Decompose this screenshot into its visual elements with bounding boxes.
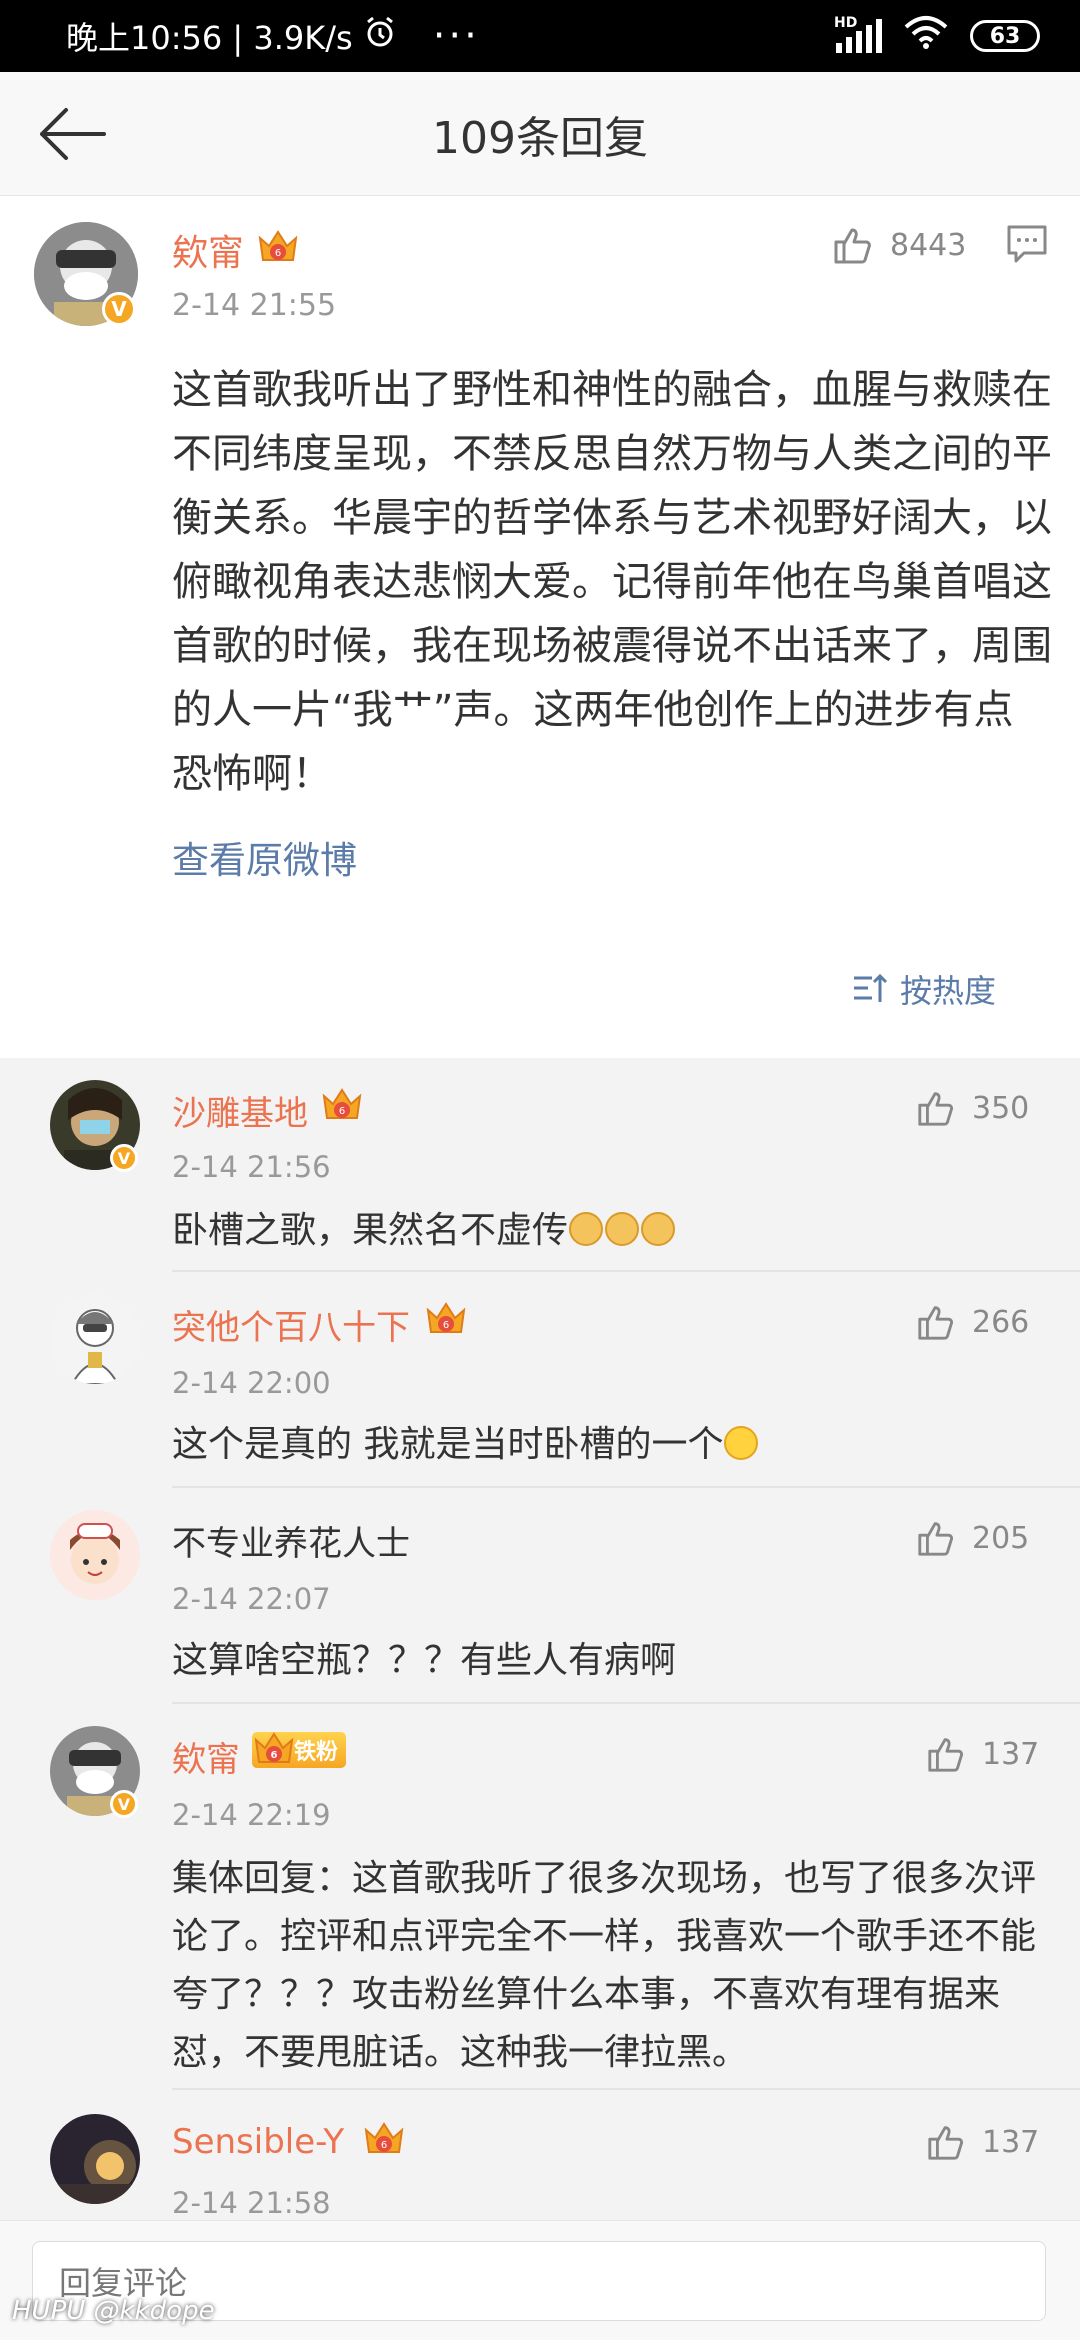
avatar[interactable] [50, 1510, 140, 1600]
thumbs-up-icon [928, 1738, 964, 1772]
thumbs-up-icon [928, 2126, 964, 2160]
back-button[interactable] [36, 102, 116, 166]
doge-emoji-icon [605, 1212, 640, 1246]
replies-list: V 沙雕基地 6 2-14 21:56 350 卧槽之歌，果然名不虚传 突他个百… [0, 1058, 1080, 2238]
fan-badge: 6 铁粉 [252, 1732, 347, 1768]
status-time-speed: 晚上10:56 | 3.9K/s [66, 19, 353, 57]
crown-icon: 6 [322, 1088, 362, 1119]
page-header: 109条回复 [0, 72, 1080, 196]
view-original-link[interactable]: 查看原微博 [172, 830, 357, 884]
wifi-icon [904, 15, 948, 57]
list-item: 突他个百八十下 6 2-14 22:00 266 这个是真的 我就是当时卧槽的一… [0, 1272, 1080, 1488]
list-item: V 沙雕基地 6 2-14 21:56 350 卧槽之歌，果然名不虚传 [0, 1058, 1080, 1272]
signal-icon: HD [834, 15, 882, 53]
verified-badge-icon: V [110, 1144, 138, 1172]
reply-like-button[interactable]: 205 [916, 1518, 1029, 1558]
reply-username[interactable]: Sensible-Y [172, 2122, 344, 2162]
sort-icon [853, 973, 888, 1002]
crown-icon: 6 [258, 230, 298, 261]
back-arrow-icon [40, 108, 106, 160]
reply-like-button[interactable]: 137 [926, 1734, 1039, 1774]
avatar[interactable] [50, 1294, 140, 1384]
svg-text:6: 6 [339, 1106, 345, 1117]
crown-icon: 6 [426, 1302, 466, 1333]
reply-like-count: 350 [972, 1090, 1030, 1126]
reply-text: 卧槽之歌，果然名不虚传 [172, 1202, 1052, 1260]
doge-emoji-icon [641, 1212, 676, 1246]
list-item: V 欸甯 6 铁粉 2-14 22:19 137 集体回复：这首歌我听了很多次现… [0, 1704, 1080, 2092]
reply-time: 2-14 21:58 [172, 2186, 331, 2220]
more-dots-icon: ··· [432, 13, 480, 59]
doge-emoji-icon [569, 1212, 604, 1246]
list-item: 不专业养花人士 2-14 22:07 205 这算啥空瓶？？？有些人有病啊 [0, 1488, 1080, 1704]
sort-by-hot-button[interactable]: 按热度 [852, 966, 996, 1012]
reply-time: 2-14 21:56 [172, 1150, 331, 1184]
reply-like-count: 266 [972, 1304, 1030, 1340]
alarm-icon [363, 15, 397, 57]
reply-time: 2-14 22:00 [172, 1366, 331, 1400]
reply-text: 这个是真的 我就是当时卧槽的一个 [172, 1416, 1052, 1474]
page-title: 109条回复 [432, 112, 648, 164]
thumbs-up-icon [834, 228, 871, 264]
avatar[interactable] [50, 2114, 140, 2204]
main-username[interactable]: 欸甯 [172, 224, 244, 276]
reply-username[interactable]: 不专业养花人士 [172, 1516, 410, 1565]
crown-icon: 6 [364, 2122, 404, 2153]
main-comment-text: 这首歌我听出了野性和神性的融合，血腥与救赎在不同纬度呈现，不禁反思自然万物与人类… [172, 367, 1052, 797]
reply-time: 2-14 22:07 [172, 1582, 331, 1616]
svg-text:6: 6 [271, 1750, 278, 1761]
comment-icon[interactable] [1006, 224, 1048, 268]
verified-badge-icon: V [102, 292, 136, 326]
crown-icon: 6 [254, 1732, 294, 1763]
reply-text: 集体回复：这首歌我听了很多次现场，也写了很多次评论了。控评和点评完全不一样，我喜… [172, 1858, 1037, 2073]
reply-username[interactable]: 沙雕基地 [172, 1086, 308, 1135]
reply-like-button[interactable]: 350 [916, 1088, 1029, 1128]
thumbs-up-icon [918, 1092, 954, 1126]
reply-username[interactable]: 欸甯 [172, 1732, 240, 1781]
battery-icon: 63 [970, 20, 1040, 52]
status-bar: 晚上10:56 | 3.9K/s ··· HD 63 [0, 0, 1080, 72]
reply-like-count: 205 [972, 1520, 1030, 1556]
divider [172, 2088, 1080, 2090]
svg-text:6: 6 [381, 2140, 387, 2151]
reply-like-count: 137 [982, 1736, 1040, 1772]
verified-badge-icon: V [110, 1790, 138, 1818]
reply-time: 2-14 22:19 [172, 1798, 331, 1832]
main-like-count: 8443 [890, 227, 967, 263]
laugh-cry-emoji-icon [724, 1426, 759, 1460]
thumbs-up-icon [918, 1306, 954, 1340]
main-like-button[interactable]: 8443 [832, 224, 966, 266]
reply-username[interactable]: 突他个百八十下 [172, 1300, 410, 1349]
reply-text: 这算啥空瓶？？？有些人有病啊 [172, 1640, 677, 1681]
svg-text:6: 6 [275, 248, 281, 259]
list-item: Sensible-Y 6 2-14 21:58 137 [0, 2092, 1080, 2238]
main-time: 2-14 21:55 [172, 288, 337, 323]
sort-label: 按热度 [899, 972, 996, 1010]
watermark: HUPU @kkdope [12, 2296, 215, 2326]
reply-like-button[interactable]: 266 [916, 1302, 1029, 1342]
main-comment: V 欸甯 6 2-14 21:55 8443 这首歌我听出了野性和神性的融合，血… [0, 196, 1080, 1058]
fan-badge-label: 铁粉 [294, 1740, 339, 1765]
reply-like-button[interactable]: 137 [926, 2122, 1039, 2162]
thumbs-up-icon [918, 1522, 954, 1556]
svg-text:6: 6 [443, 1320, 449, 1331]
reply-like-count: 137 [982, 2124, 1040, 2160]
